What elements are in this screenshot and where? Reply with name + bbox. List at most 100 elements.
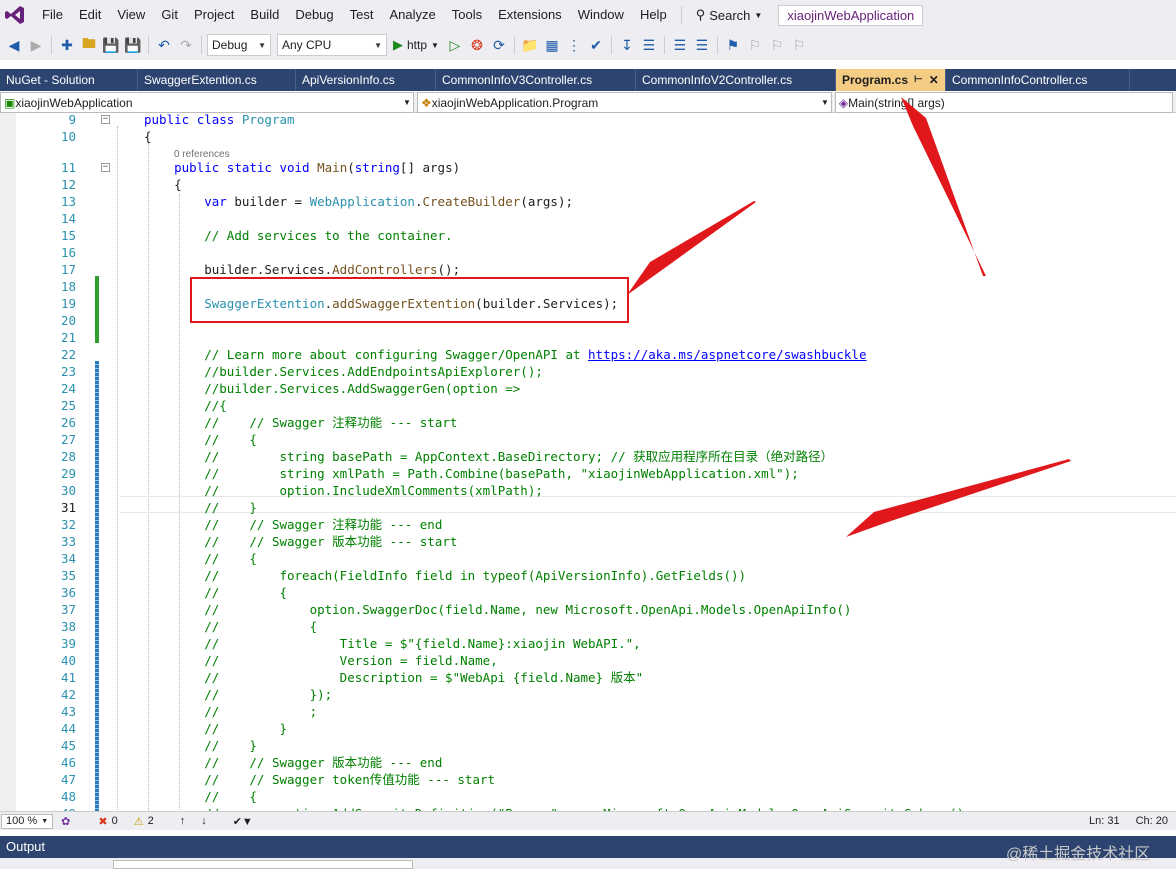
clear-bookmarks-icon[interactable]: ⚐	[789, 35, 809, 55]
menu-help[interactable]: Help	[632, 0, 675, 30]
menu-analyze[interactable]: Analyze	[381, 0, 443, 30]
code-editor[interactable]: 9 public class Program −10{0 references 11 …	[0, 113, 1176, 811]
project-dropdown[interactable]: ▣xiaojinWebApplication ▼	[0, 92, 414, 113]
save-all-icon[interactable]: 💾	[123, 35, 143, 55]
tab-apiversioninfo[interactable]: ApiVersionInfo.cs	[296, 69, 436, 91]
menu-debug[interactable]: Debug	[287, 0, 341, 30]
menu-build[interactable]: Build	[242, 0, 287, 30]
output-source-dropdown[interactable]	[113, 860, 413, 869]
collapse-icon[interactable]: −	[101, 115, 110, 124]
code-text[interactable]: // Version = field.Name,	[144, 652, 498, 669]
warnings-indicator[interactable]: ⚠ 2	[126, 815, 162, 828]
class-dropdown[interactable]: ❖xiaojinWebApplication.Program ▼	[416, 92, 832, 113]
code-text[interactable]: // Title = $"{field.Name}:xiaojin WebAPI…	[144, 635, 641, 652]
uncomment-icon[interactable]: ☰	[692, 35, 712, 55]
code-text[interactable]: //builder.Services.AddSwaggerGen(option …	[144, 380, 520, 397]
menu-test[interactable]: Test	[342, 0, 382, 30]
code-text[interactable]: // {	[144, 584, 287, 601]
refresh-icon[interactable]: ⟳	[489, 35, 509, 55]
line-number: 43	[60, 704, 76, 719]
code-text[interactable]: // {	[144, 788, 257, 805]
open-folder-icon[interactable]: 🖿	[79, 35, 99, 55]
menu-git[interactable]: Git	[153, 0, 186, 30]
search-button[interactable]: ⚲ Search ▼	[688, 7, 771, 23]
code-text[interactable]: public class Program	[144, 113, 295, 128]
menu-extensions[interactable]: Extensions	[490, 0, 570, 30]
tab-commoninfov2controller[interactable]: CommonInfoV2Controller.cs	[636, 69, 836, 91]
code-text[interactable]: // {	[144, 550, 257, 567]
code-cleanup-icon[interactable]: ✔▼	[225, 815, 261, 828]
code-text[interactable]: // Description = $"WebApi {field.Name} 版…	[144, 669, 643, 686]
new-item-icon[interactable]: ✚	[57, 35, 77, 55]
save-icon[interactable]: 💾	[101, 35, 121, 55]
code-text[interactable]: //{	[144, 397, 227, 414]
code-text[interactable]: {	[144, 176, 182, 193]
member-dropdown[interactable]: ◈Main(string[] args)	[834, 92, 1174, 113]
breakpoints-icon[interactable]: ⋮	[564, 35, 584, 55]
code-text[interactable]: // }	[144, 737, 257, 754]
code-text[interactable]: // Add services to the container.	[144, 227, 452, 244]
code-text[interactable]: // // Swagger token传值功能 --- start	[144, 771, 495, 788]
tab-nuget-solution[interactable]: NuGet - Solution	[0, 69, 138, 91]
code-text[interactable]: // // Swagger 注释功能 --- start	[144, 414, 457, 431]
menu-edit[interactable]: Edit	[71, 0, 109, 30]
tab-swaggerextention[interactable]: SwaggerExtention.cs	[138, 69, 296, 91]
tab-commoninfocontroller[interactable]: CommonInfoController.cs	[946, 69, 1130, 91]
menu-window[interactable]: Window	[570, 0, 632, 30]
code-text[interactable]: {	[144, 128, 152, 145]
pin-icon[interactable]: ⊢	[914, 69, 923, 91]
close-icon[interactable]: ✕	[929, 69, 939, 91]
folder-icon[interactable]: 📁	[520, 35, 540, 55]
code-text[interactable]: // {	[144, 618, 317, 635]
code-text[interactable]: // option.SwaggerDoc(field.Name, new Mic…	[144, 601, 851, 618]
code-text[interactable]: // // Swagger 注释功能 --- end	[144, 516, 442, 533]
output-panel-header[interactable]: Output	[0, 836, 1176, 858]
comment-icon[interactable]: ☰	[670, 35, 690, 55]
step-icon[interactable]: ↧	[617, 35, 637, 55]
next-issue-icon[interactable]: ↓	[193, 815, 215, 827]
code-text[interactable]: //builder.Services.AddEndpointsApiExplor…	[144, 363, 543, 380]
previous-issue-icon[interactable]: ↑	[172, 815, 194, 827]
prev-bookmark-icon[interactable]: ⚐	[745, 35, 765, 55]
collapse-icon[interactable]: −	[101, 163, 110, 172]
menu-view[interactable]: View	[109, 0, 153, 30]
bookmark-icon[interactable]: ⚑	[723, 35, 743, 55]
code-text[interactable]: // Learn more about configuring Swagger/…	[144, 346, 866, 363]
configuration-dropdown[interactable]: Debug ▼	[207, 34, 271, 56]
undo-icon[interactable]: ↶	[154, 35, 174, 55]
errors-indicator[interactable]: ✖ 0	[90, 815, 125, 828]
next-bookmark-icon[interactable]: ⚐	[767, 35, 787, 55]
spell-check-icon[interactable]: ✔	[586, 35, 606, 55]
code-text[interactable]: public static void Main(string[] args)	[144, 159, 460, 176]
code-text[interactable]: SwaggerExtention.addSwaggerExtention(bui…	[144, 295, 618, 312]
code-text[interactable]: // ;	[144, 703, 317, 720]
menu-tools[interactable]: Tools	[444, 0, 490, 30]
code-text[interactable]: // }	[144, 499, 257, 516]
tab-program[interactable]: Program.cs ⊢ ✕	[836, 69, 946, 91]
code-text[interactable]: // string basePath = AppContext.BaseDire…	[144, 448, 833, 465]
redo-icon[interactable]: ↷	[176, 35, 196, 55]
window-layout-icon[interactable]: ▦	[542, 35, 562, 55]
copilot-icon[interactable]: ✿	[53, 815, 78, 828]
forward-icon[interactable]: ▶	[26, 35, 46, 55]
code-text[interactable]: // string xmlPath = Path.Combine(basePat…	[144, 465, 799, 482]
code-text[interactable]: // });	[144, 686, 332, 703]
code-text[interactable]: // option.IncludeXmlComments(xmlPath);	[144, 482, 543, 499]
menu-file[interactable]: File	[34, 0, 71, 30]
code-text[interactable]: builder.Services.AddControllers();	[144, 261, 460, 278]
hot-reload-icon[interactable]: ❂	[467, 35, 487, 55]
platform-dropdown[interactable]: Any CPU ▼	[277, 34, 387, 56]
code-text[interactable]: // // Swagger 版本功能 --- start	[144, 533, 457, 550]
code-text[interactable]: // foreach(FieldInfo field in typeof(Api…	[144, 567, 746, 584]
code-text[interactable]: var builder = WebApplication.CreateBuild…	[144, 193, 573, 210]
start-without-debugging-icon[interactable]: ▷	[445, 35, 465, 55]
code-text[interactable]: // // Swagger 版本功能 --- end	[144, 754, 442, 771]
tab-commoninfov3controller[interactable]: CommonInfoV3Controller.cs	[436, 69, 636, 91]
code-text[interactable]: // }	[144, 720, 287, 737]
back-icon[interactable]: ◀	[4, 35, 24, 55]
zoom-dropdown[interactable]: 100 % ▼	[1, 813, 54, 829]
start-debugging-button[interactable]: ▶ http ▼	[389, 37, 443, 53]
code-text[interactable]: // {	[144, 431, 257, 448]
menu-project[interactable]: Project	[186, 0, 242, 30]
outline-icon[interactable]: ☰	[639, 35, 659, 55]
